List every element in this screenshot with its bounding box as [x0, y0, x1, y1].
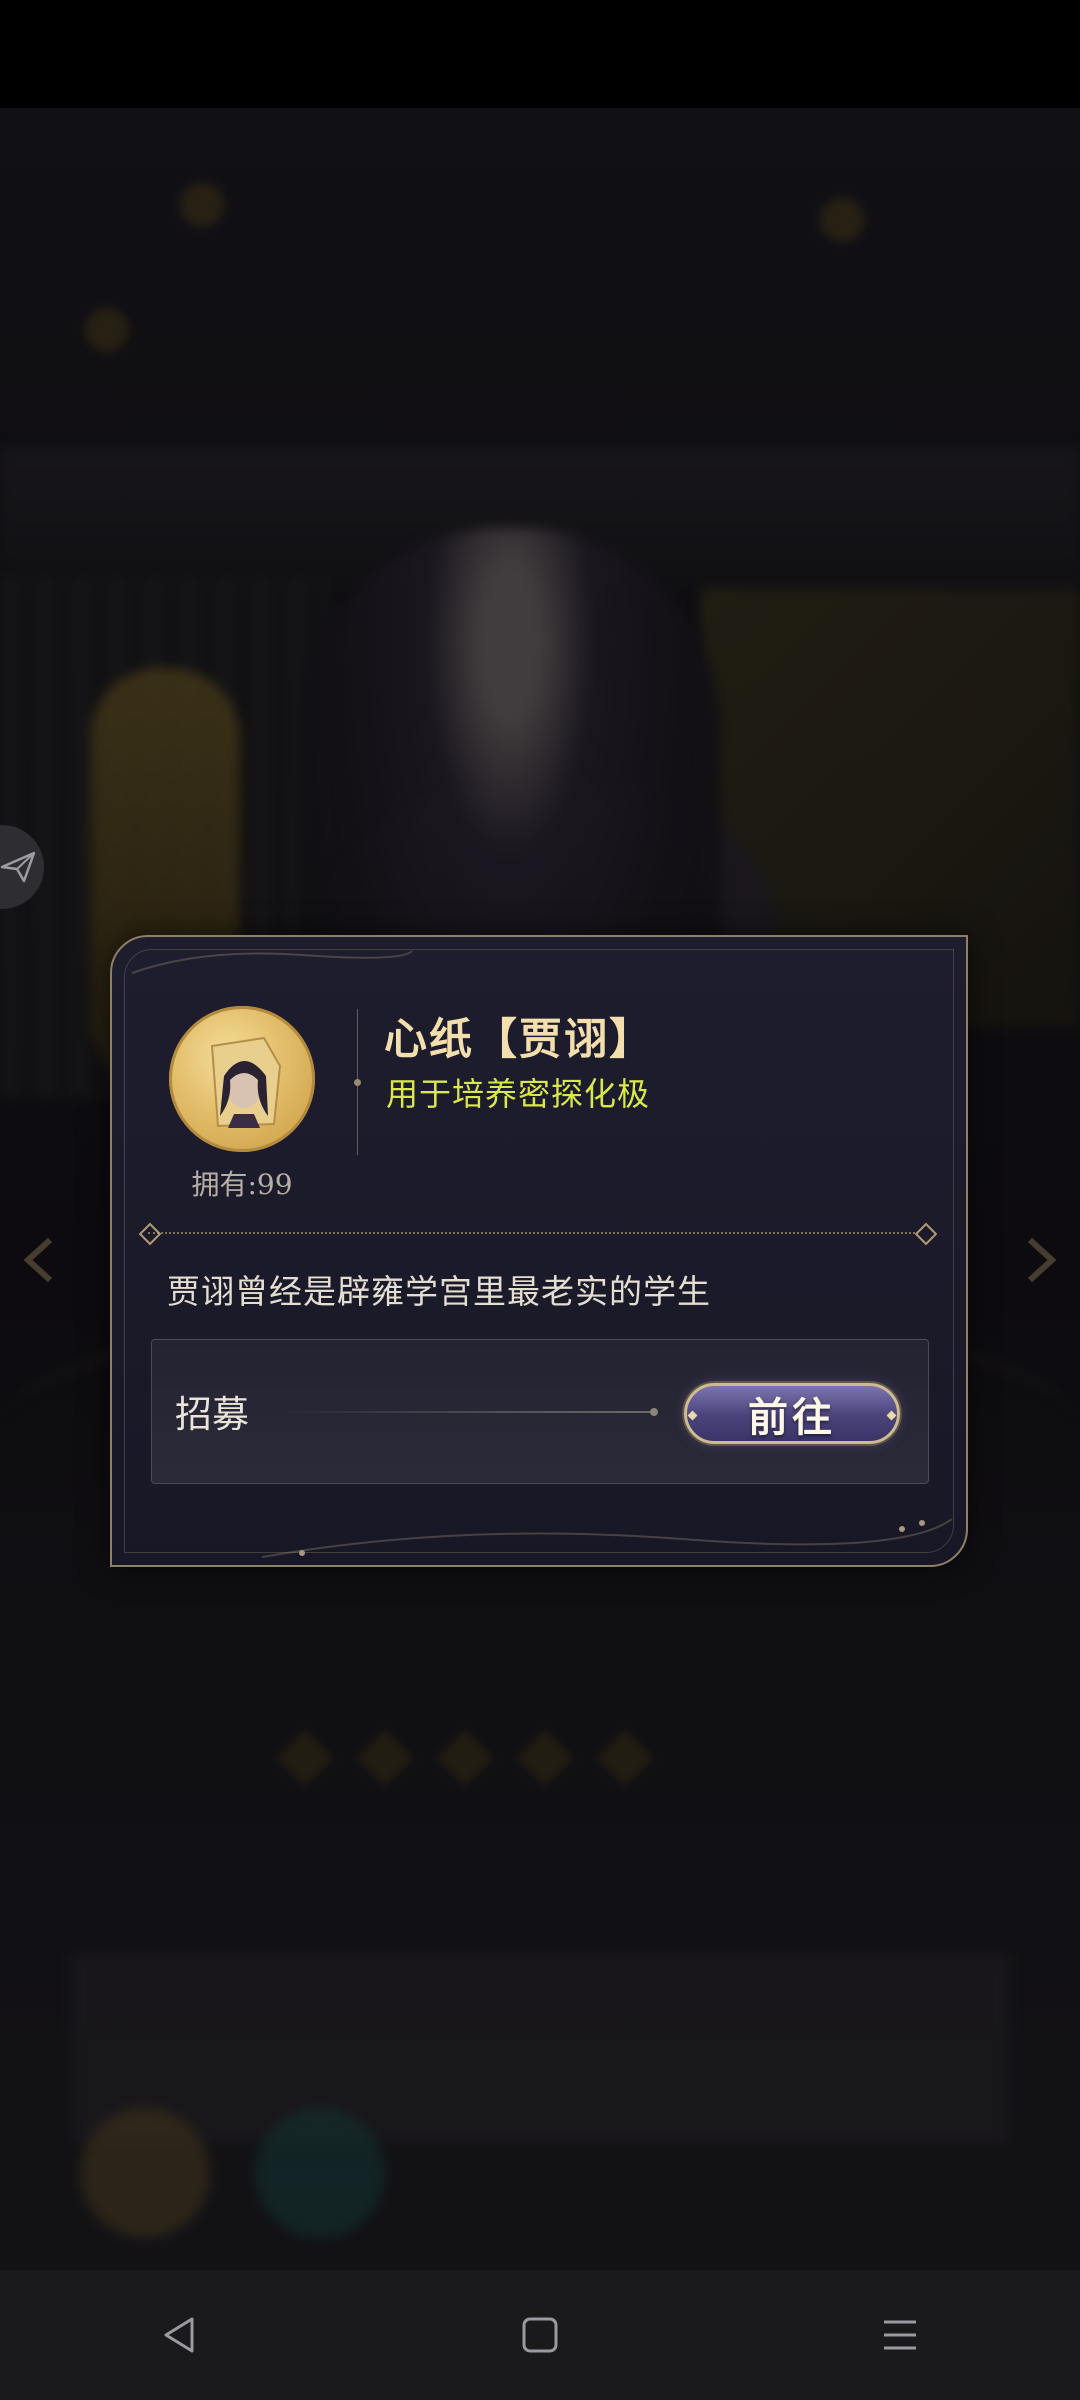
home-button[interactable]	[500, 2295, 580, 2375]
button-gem	[687, 1410, 698, 1421]
source-connector	[282, 1408, 658, 1416]
item-icon[interactable]	[169, 1006, 315, 1152]
right-arrow-icon	[1027, 1237, 1057, 1283]
goto-button[interactable]: 前往	[684, 1383, 900, 1444]
character-portrait-icon	[210, 1036, 282, 1128]
home-square-icon	[522, 2317, 558, 2353]
dotted-divider	[148, 1232, 923, 1234]
left-arrow-icon	[23, 1237, 53, 1283]
back-button[interactable]	[140, 2295, 220, 2375]
source-label: 招募	[175, 1393, 249, 1436]
title-divider	[354, 1009, 361, 1155]
goto-button-label: 前往	[748, 1393, 836, 1441]
item-subtitle: 用于培养密探化极	[386, 1075, 651, 1113]
owned-count: 拥有:99	[191, 1168, 293, 1201]
menu-lines-icon	[884, 2320, 916, 2350]
item-title: 心纸【贾诩】	[384, 1015, 654, 1065]
paper-plane-icon	[0, 851, 36, 883]
status-bar	[0, 0, 1080, 108]
back-triangle-icon	[164, 2317, 194, 2353]
item-description: 贾诩曾经是辟雍学宫里最老实的学生	[167, 1272, 711, 1311]
item-info-dialog: 拥有:99 心纸【贾诩】 用于培养密探化极 贾诩曾经是辟雍学宫里最老实的学生 招…	[110, 935, 968, 1567]
navigation-bar	[0, 2270, 1080, 2400]
recents-button[interactable]	[860, 2295, 940, 2375]
source-row: 招募 前往	[151, 1339, 929, 1484]
button-gem	[886, 1410, 897, 1421]
